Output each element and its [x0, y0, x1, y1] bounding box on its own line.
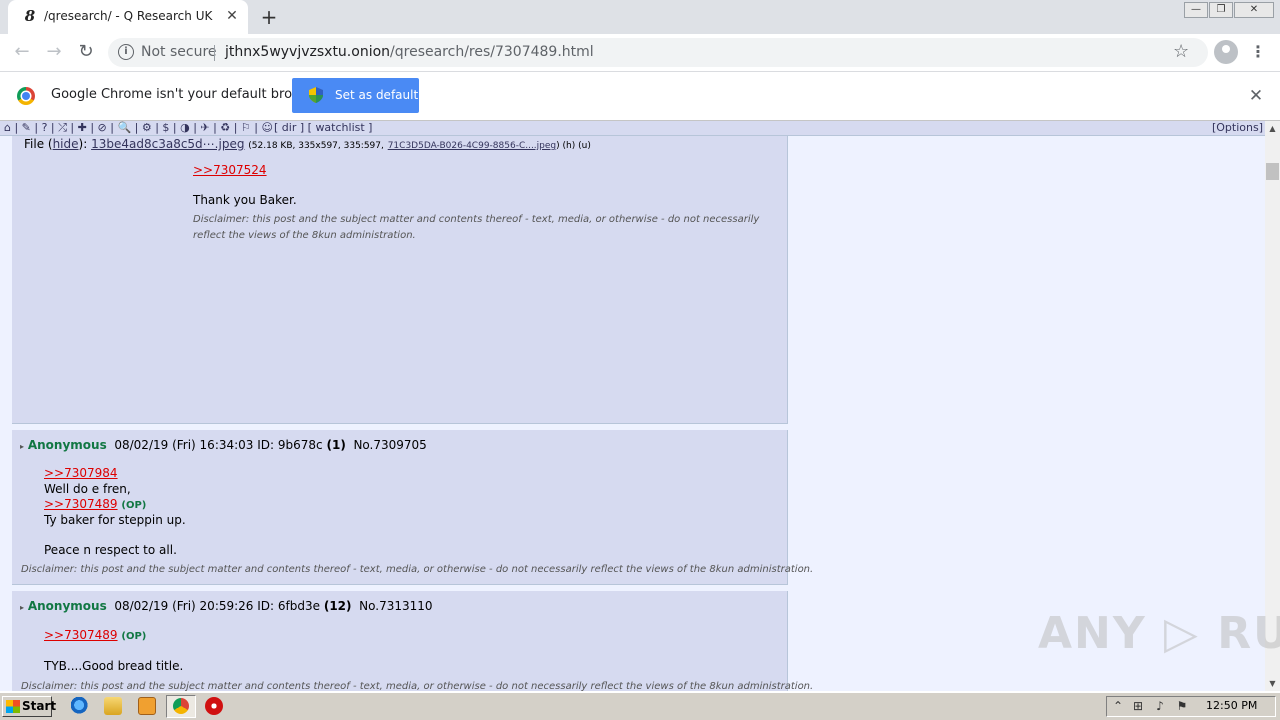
new-tab-button[interactable]: +	[258, 6, 280, 28]
post-date: 08/02/19 (Fri) 16:34:03	[114, 438, 254, 452]
bookmark-star-icon[interactable]: ☆	[1173, 41, 1189, 62]
post-header: ▸ Anonymous 08/02/19 (Fri) 20:59:26 ID: …	[20, 599, 433, 613]
quote-link-op[interactable]: >>7307489	[44, 497, 118, 511]
url-path: /qresearch/res/7307489.html	[390, 44, 594, 60]
volume-icon[interactable]: ♪	[1153, 699, 1167, 713]
minimize-button[interactable]: —	[1184, 2, 1208, 18]
post-disclaimer: Disclaimer: this post and the subject ma…	[21, 564, 814, 575]
info-icon[interactable]: i	[118, 44, 134, 60]
board-navbar-links: [ dir ] [ watchlist ]	[274, 121, 373, 134]
security-label[interactable]: Not secure	[141, 44, 217, 60]
start-button[interactable]: Start	[2, 696, 56, 717]
windows-logo-icon	[6, 700, 20, 713]
options-link[interactable]: [Options]	[1212, 121, 1263, 134]
opera-taskbar-icon[interactable]	[205, 697, 223, 715]
post-number-link[interactable]: No.7313110	[359, 599, 432, 613]
post-reply: ▸ Anonymous 08/02/19 (Fri) 20:59:26 ID: …	[12, 591, 813, 691]
page-content: ⌂ | ✎ | ? | ⤮ | ✚ | ⊘ | 🔍 | ⚙ | $ | ◑ | …	[0, 121, 1265, 691]
post-body-text: Peace n respect to all.	[44, 543, 177, 557]
page-scrollbar[interactable]: ▲ ▼	[1265, 121, 1280, 691]
tab-favicon-icon: 8	[24, 7, 36, 25]
tray-expand-icon[interactable]: ⌃	[1111, 699, 1125, 713]
poster-id[interactable]: ID: 6fbd3e	[257, 599, 320, 613]
infobar-message: Google Chrome isn't your default browser	[51, 87, 323, 102]
tab-close-icon[interactable]: ✕	[224, 8, 240, 24]
url-text[interactable]: jthnx5wyvjvzsxtu.onion/qresearch/res/730…	[225, 44, 594, 60]
dir-link[interactable]: dir	[282, 121, 297, 134]
set-as-default-button[interactable]: Set as default	[292, 78, 419, 113]
post-disclaimer: Disclaimer: this post and the subject ma…	[193, 214, 760, 241]
set-as-default-label: Set as default	[335, 88, 419, 102]
file-name-link[interactable]: 13be4ad8c3a8c5d⋯.jpeg	[91, 137, 244, 151]
quote-link[interactable]: >>7307524	[193, 163, 267, 177]
post-body-text: TYB....Good bread title.	[44, 659, 184, 673]
op-marker: (OP)	[121, 631, 147, 642]
windows-taskbar: Start ⌃ ⊞ ♪ ⚑ 12:50 PM	[0, 692, 1280, 720]
media-player-icon[interactable]	[138, 697, 156, 715]
file-info: File (hide): 13be4ad8c3a8c5d⋯.jpeg (52.1…	[24, 137, 591, 151]
maximize-button[interactable]: ❐	[1209, 2, 1233, 18]
file-separator: ):	[78, 137, 88, 151]
taskbar-chrome-button[interactable]	[166, 695, 196, 718]
post-header: ▸ Anonymous 08/02/19 (Fri) 16:34:03 ID: …	[20, 438, 427, 452]
op-marker: (OP)	[121, 500, 147, 511]
back-arrow-icon[interactable]: ←	[10, 40, 34, 64]
watchlist-link[interactable]: watchlist	[315, 121, 364, 134]
scroll-up-arrow-icon[interactable]: ▲	[1265, 121, 1280, 136]
post-menu-arrow-icon[interactable]: ▸	[20, 442, 24, 451]
forward-arrow-icon[interactable]: →	[42, 40, 66, 64]
tab-title: /qresearch/ - Q Research UK #8: Bo	[44, 9, 214, 23]
browser-toolbar: ← → ↻ i Not secure jthnx5wyvjvzsxtu.onio…	[0, 34, 1280, 72]
uac-shield-icon	[309, 87, 323, 103]
quote-link-op[interactable]: >>7307489	[44, 628, 118, 642]
internet-explorer-icon[interactable]	[71, 697, 89, 715]
chrome-logo-icon	[17, 87, 35, 105]
poster-name: Anonymous	[27, 599, 107, 613]
poster-post-count: (1)	[326, 438, 346, 452]
window-close-button[interactable]: ✕	[1234, 2, 1274, 18]
scroll-down-arrow-icon[interactable]: ▼	[1265, 676, 1280, 691]
profile-avatar-icon[interactable]	[1214, 40, 1238, 64]
poster-post-count: (12)	[323, 599, 352, 613]
chrome-taskbar-icon	[173, 698, 189, 714]
anyrun-watermark-logo: ANY ▷ RUN	[1038, 608, 1280, 659]
post-date: 08/02/19 (Fri) 20:59:26	[114, 599, 254, 613]
file-meta: (52.18 KB, 335x597, 335:597,	[248, 141, 384, 151]
post-body-text: Ty baker for steppin up.	[44, 513, 186, 527]
start-label: Start	[22, 699, 57, 713]
reload-icon[interactable]: ↻	[74, 40, 98, 64]
post-number-link[interactable]: No.7309705	[353, 438, 426, 452]
tab-qresearch[interactable]: 8 /qresearch/ - Q Research UK #8: Bo ✕	[8, 0, 248, 34]
file-original-name-link[interactable]: 71C3D5DA-B026-4C99-8856-C....jpeg	[388, 141, 556, 151]
post-body-text: Thank you Baker.	[193, 193, 297, 207]
file-extra-links[interactable]: ) (h) (u)	[556, 141, 591, 151]
url-host: jthnx5wyvjvzsxtu.onion	[225, 44, 391, 60]
network-icon[interactable]: ⊞	[1131, 699, 1145, 713]
tab-strip: 8 /qresearch/ - Q Research UK #8: Bo ✕ +…	[0, 0, 1280, 34]
address-bar[interactable]: i Not secure jthnx5wyvjvzsxtu.onion/qres…	[108, 38, 1208, 67]
quote-op-line: >>7307489 (OP)	[44, 497, 146, 511]
omnibox-divider	[214, 45, 215, 61]
kebab-menu-icon[interactable]: ⋮	[1248, 40, 1268, 64]
file-prefix: File (	[24, 137, 53, 151]
poster-id[interactable]: ID: 9b678c	[257, 438, 322, 452]
quote-op-line: >>7307489 (OP)	[44, 628, 146, 642]
scrollbar-thumb[interactable]	[1266, 163, 1279, 180]
board-navbar-icons[interactable]: ⌂ | ✎ | ? | ⤮ | ✚ | ⊘ | 🔍 | ⚙ | $ | ◑ | …	[4, 121, 273, 135]
post-menu-arrow-icon[interactable]: ▸	[20, 603, 24, 612]
post-body-text: Well do e fren,	[44, 482, 131, 496]
action-center-flag-icon[interactable]: ⚑	[1175, 699, 1189, 713]
infobar-close-icon[interactable]: ✕	[1246, 86, 1266, 106]
system-tray: ⌃ ⊞ ♪ ⚑ 12:50 PM	[1106, 696, 1276, 717]
quote-link[interactable]: >>7307984	[44, 466, 118, 480]
post-disclaimer: Disclaimer: this post and the subject ma…	[21, 681, 814, 691]
post-reply: ▸ Anonymous 08/02/19 (Fri) 16:34:03 ID: …	[12, 430, 813, 585]
default-browser-infobar: Google Chrome isn't your default browser…	[0, 72, 1280, 121]
board-navbar: ⌂ | ✎ | ? | ⤮ | ✚ | ⊘ | 🔍 | ⚙ | $ | ◑ | …	[0, 121, 1265, 136]
taskbar-clock[interactable]: 12:50 PM	[1206, 699, 1257, 712]
file-explorer-icon[interactable]	[104, 697, 122, 715]
post-reply: File (hide): 13be4ad8c3a8c5d⋯.jpeg (52.1…	[12, 136, 788, 424]
poster-name: Anonymous	[27, 438, 107, 452]
file-hide-link[interactable]: hide	[53, 137, 79, 151]
